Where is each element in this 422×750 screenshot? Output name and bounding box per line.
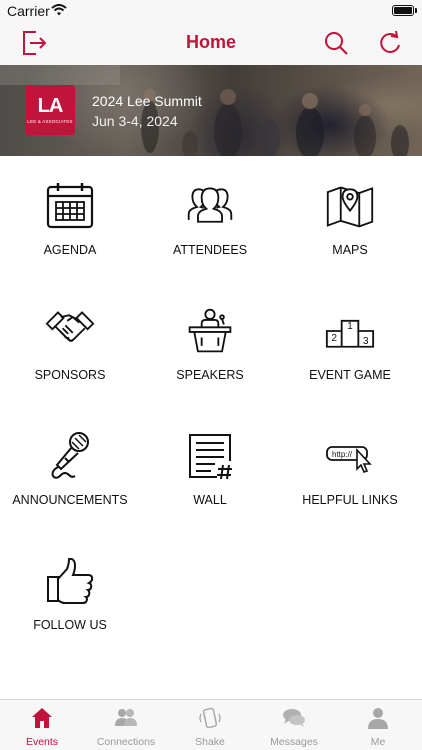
thumbs-up-icon: [47, 557, 94, 604]
event-logo: LA LEE & ASSOCIATES: [25, 85, 75, 135]
tile-label: ATTENDEES: [172, 243, 248, 257]
battery-icon: [392, 5, 414, 16]
tab-bar: Events Connections Shake Messages Me: [0, 699, 422, 750]
tile-agenda[interactable]: AGENDA: [0, 181, 140, 291]
page-title: Home: [185, 32, 236, 52]
tile-announcements[interactable]: ANNOUNCEMENTS: [0, 431, 140, 541]
podium-place-second: 2: [331, 333, 337, 344]
logo-subtitle: LEE & ASSOCIATES: [27, 119, 73, 124]
status-bar: Carrier: [0, 0, 422, 22]
tile-helpful-links[interactable]: http:// HELPFUL LINKS: [280, 431, 420, 541]
tab-me[interactable]: Me: [336, 700, 420, 750]
link-url-text: http://: [332, 450, 353, 459]
tile-speakers[interactable]: SPEAKERS: [140, 306, 280, 416]
refresh-button[interactable]: [375, 28, 405, 58]
event-name: 2024 Lee Summit: [92, 93, 202, 109]
tab-messages[interactable]: Messages: [252, 700, 336, 750]
logo-mark: LA: [37, 95, 64, 117]
tile-label: SPEAKERS: [176, 368, 244, 382]
tile-event-game[interactable]: 1 2 3 EVENT GAME: [280, 306, 420, 416]
tab-label: Me: [370, 736, 386, 748]
shake-phone-icon: [199, 707, 221, 729]
microphone-icon: [51, 432, 89, 479]
wifi-icon: [51, 4, 67, 16]
tile-maps[interactable]: MAPS: [280, 181, 420, 291]
tile-label: EVENT GAME: [309, 368, 391, 382]
search-icon: [325, 32, 348, 55]
home-icon: [32, 708, 52, 728]
wall-post-icon: [189, 434, 232, 480]
battery-nub: [415, 8, 417, 13]
tile-label: MAPS: [332, 243, 368, 257]
tab-shake[interactable]: Shake: [168, 700, 252, 750]
podium-place-first: 1: [347, 321, 353, 332]
tab-events[interactable]: Events: [0, 700, 84, 750]
event-date: Jun 3-4, 2024: [92, 113, 178, 129]
link-cursor-icon: http://: [326, 446, 372, 473]
calendar-icon: [46, 183, 94, 229]
tab-label: Messages: [270, 736, 318, 748]
tile-wall[interactable]: WALL: [140, 431, 280, 541]
tile-label: AGENDA: [43, 243, 97, 257]
messages-icon: [283, 709, 305, 727]
podium-place-third: 3: [363, 336, 369, 347]
tile-attendees[interactable]: ATTENDEES: [140, 181, 280, 291]
tile-label: ANNOUNCEMENTS: [12, 493, 128, 507]
event-banner[interactable]: LA LEE & ASSOCIATES 2024 Lee Summit Jun …: [0, 65, 422, 156]
leaderboard-icon: 1 2 3: [325, 319, 375, 348]
tab-connections[interactable]: Connections: [84, 700, 168, 750]
tile-follow-us[interactable]: FOLLOW US: [0, 556, 140, 666]
refresh-icon: [380, 30, 400, 53]
people-icon: [187, 187, 233, 223]
map-icon: [326, 186, 374, 228]
tile-label: SPONSORS: [34, 368, 106, 382]
connections-icon: [115, 709, 137, 726]
tile-sponsors[interactable]: SPONSORS: [0, 306, 140, 416]
tile-label: WALL: [193, 493, 227, 507]
tab-label: Events: [25, 736, 59, 748]
tab-label: Shake: [195, 736, 225, 748]
carrier-label: Carrier: [7, 3, 50, 19]
search-button[interactable]: [321, 28, 351, 58]
tab-label: Connections: [96, 736, 156, 748]
tile-label: FOLLOW US: [33, 618, 107, 632]
person-icon: [368, 708, 388, 729]
tile-label: HELPFUL LINKS: [302, 493, 398, 507]
podium-icon: [188, 308, 232, 353]
navigation-bar: Home: [0, 22, 422, 65]
handshake-icon: [45, 311, 95, 342]
